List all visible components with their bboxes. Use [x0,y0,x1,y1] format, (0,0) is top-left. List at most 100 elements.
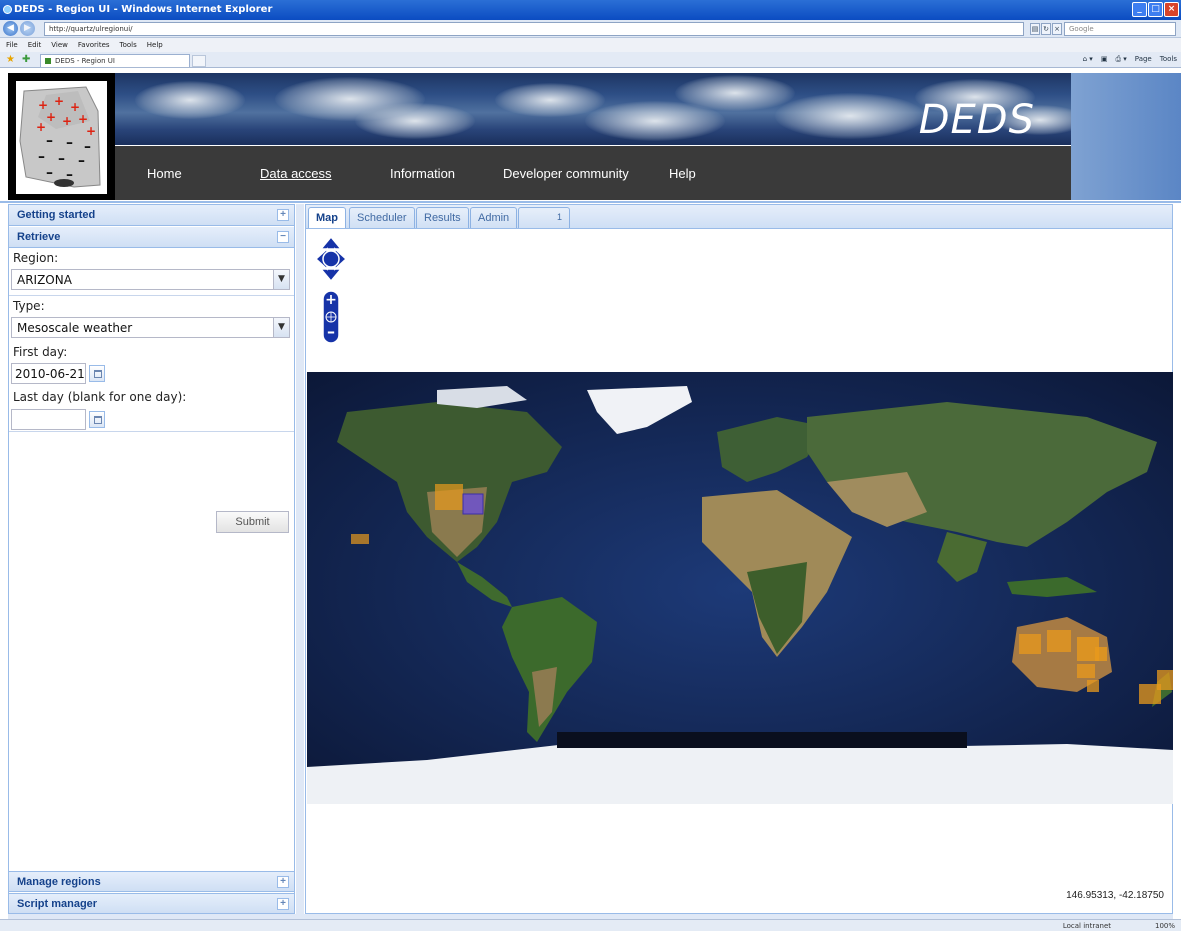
nav-information[interactable]: Information [390,166,455,181]
accordion-retrieve[interactable]: Retrieve − [9,227,294,248]
first-day-label: First day: [13,345,68,359]
region-select[interactable]: ARIZONA ▼ [11,269,290,290]
expand-icon[interactable]: + [277,209,289,221]
home-icon[interactable]: ⌂ ▾ [1083,55,1093,64]
tab-map[interactable]: Map [308,207,346,230]
world-map-image [307,372,1173,804]
submit-button[interactable]: Submit [216,511,289,533]
favorites-star-icon[interactable]: ★ [6,54,15,65]
tools-menu[interactable]: Tools [1160,55,1177,64]
tab-results[interactable]: Results [416,207,469,229]
svg-text:–: – [46,165,53,181]
site-title: DEDS [918,97,1035,143]
browser-window: DEDS - Region UI - Windows Internet Expl… [0,0,1181,931]
mouse-coordinates: 146.95313, -42.18750 [1066,890,1164,901]
region-select-value: ARIZONA [17,273,72,287]
calendar-icon[interactable] [89,411,105,428]
refresh-icon[interactable]: ↻ [1041,23,1051,35]
print-icon[interactable]: ⎙ ▾ [1115,55,1126,64]
pan-down-icon [319,268,343,283]
last-day-label: Last day (blank for one day): [13,390,187,404]
forward-icon[interactable]: ▶ [20,21,35,36]
address-bar-row: ◀ ▶ http://quartz/ulregionui/ ▤ ↻ × Goog… [0,20,1181,38]
window-title: DEDS - Region UI - Windows Internet Expl… [14,4,273,15]
svg-text:–: – [46,133,53,149]
world-map[interactable] [307,372,1173,804]
zoom-level[interactable]: 100% [1155,922,1175,930]
collapse-icon[interactable]: − [277,231,289,243]
chevron-down-icon[interactable]: ▼ [273,317,290,338]
type-label: Type: [13,299,45,313]
tab-extra[interactable]: 1 [518,207,570,229]
deds-logo[interactable]: + + + + + + + + – – – – – – – – [8,73,115,200]
region-label: Region: [13,251,59,265]
window-titlebar: DEDS - Region UI - Windows Internet Expl… [0,0,1181,20]
tab-scheduler[interactable]: Scheduler [349,207,415,229]
expand-icon[interactable]: + [277,876,289,888]
browser-tab[interactable]: DEDS - Region UI [40,54,190,67]
calendar-icon[interactable] [89,365,105,382]
svg-text:+: + [62,114,72,128]
menu-bar: File Edit View Favorites Tools Help [0,38,1181,52]
zoom-out-icon: – [327,322,335,341]
first-day-input[interactable]: 2010-06-21 [11,363,86,384]
menu-help[interactable]: Help [147,41,163,52]
arizona-map-logo-icon: + + + + + + + + – – – – – – – – [19,86,101,188]
type-select-value: Mesoscale weather [17,321,133,335]
add-favorites-icon[interactable]: ✚ [22,54,30,65]
page: + + + + + + + + – – – – – – – – DEDS Hom… [0,68,1181,919]
svg-text:–: – [84,139,91,155]
accordion-getting-started[interactable]: Getting started + [9,205,294,226]
security-zone: Local intranet [1062,922,1111,930]
favorites-bar: ★ ✚ DEDS - Region UI ⌂ ▾ ▣ ⎙ ▾ Page Tool… [0,52,1181,68]
maximize-icon[interactable]: □ [1148,2,1163,17]
page-menu[interactable]: Page [1135,55,1152,64]
svg-text:–: – [38,149,45,165]
svg-text:–: – [78,153,85,169]
accordion-script-manager[interactable]: Script manager + [9,893,294,914]
svg-text:+: + [86,124,96,138]
status-bar: Local intranet 100% [0,919,1181,931]
menu-tools[interactable]: Tools [120,41,137,52]
menu-view[interactable]: View [51,41,68,52]
window-controls: _ □ × [1132,2,1179,17]
left-accordion: Getting started + Retrieve − Region: ARI… [8,204,295,914]
menu-favorites[interactable]: Favorites [78,41,110,52]
close-icon[interactable]: × [1164,2,1179,17]
svg-text:+: + [54,94,64,108]
type-select[interactable]: Mesoscale weather ▼ [11,317,290,338]
header-banner: DEDS [115,73,1071,145]
new-tab-button[interactable] [192,55,206,67]
minimize-icon[interactable]: _ [1132,2,1147,17]
compat-icon[interactable]: ▤ [1030,23,1040,35]
svg-text:+: + [46,110,56,124]
accordion-manage-regions-label: Manage regions [17,876,101,888]
tab-admin[interactable]: Admin [470,207,518,229]
svg-text:–: – [66,135,73,151]
accordion-manage-regions[interactable]: Manage regions + [9,871,294,892]
search-input[interactable]: Google [1064,22,1176,36]
nav-data-access[interactable]: Data access [260,166,332,181]
last-day-input[interactable] [11,409,86,430]
nav-help[interactable]: Help [669,166,696,181]
feeds-icon[interactable]: ▣ [1101,55,1108,64]
accordion-script-manager-label: Script manager [17,898,98,910]
tab-strip: Map Scheduler Results Admin 1 [305,204,1173,230]
menu-edit[interactable]: Edit [28,41,42,52]
back-icon[interactable]: ◀ [3,21,18,36]
menu-file[interactable]: File [6,41,18,52]
header-side-panel [1071,73,1181,200]
nav-home[interactable]: Home [147,166,182,181]
pan-zoom-control[interactable]: + – [314,235,348,345]
main-nav: Home Data access Information Developer c… [115,146,1071,200]
expand-icon[interactable]: + [277,898,289,910]
accordion-retrieve-label: Retrieve [17,231,61,243]
stop-icon[interactable]: × [1052,23,1062,35]
zoom-in-icon: + [325,292,337,308]
address-input[interactable]: http://quartz/ulregionui/ [44,22,1024,36]
chevron-down-icon[interactable]: ▼ [273,269,290,290]
nav-developer-community[interactable]: Developer community [503,166,629,181]
panel-splitter[interactable] [296,204,304,914]
command-bar: ⌂ ▾ ▣ ⎙ ▾ Page Tools [1083,55,1177,64]
pan-up-icon [319,235,343,250]
